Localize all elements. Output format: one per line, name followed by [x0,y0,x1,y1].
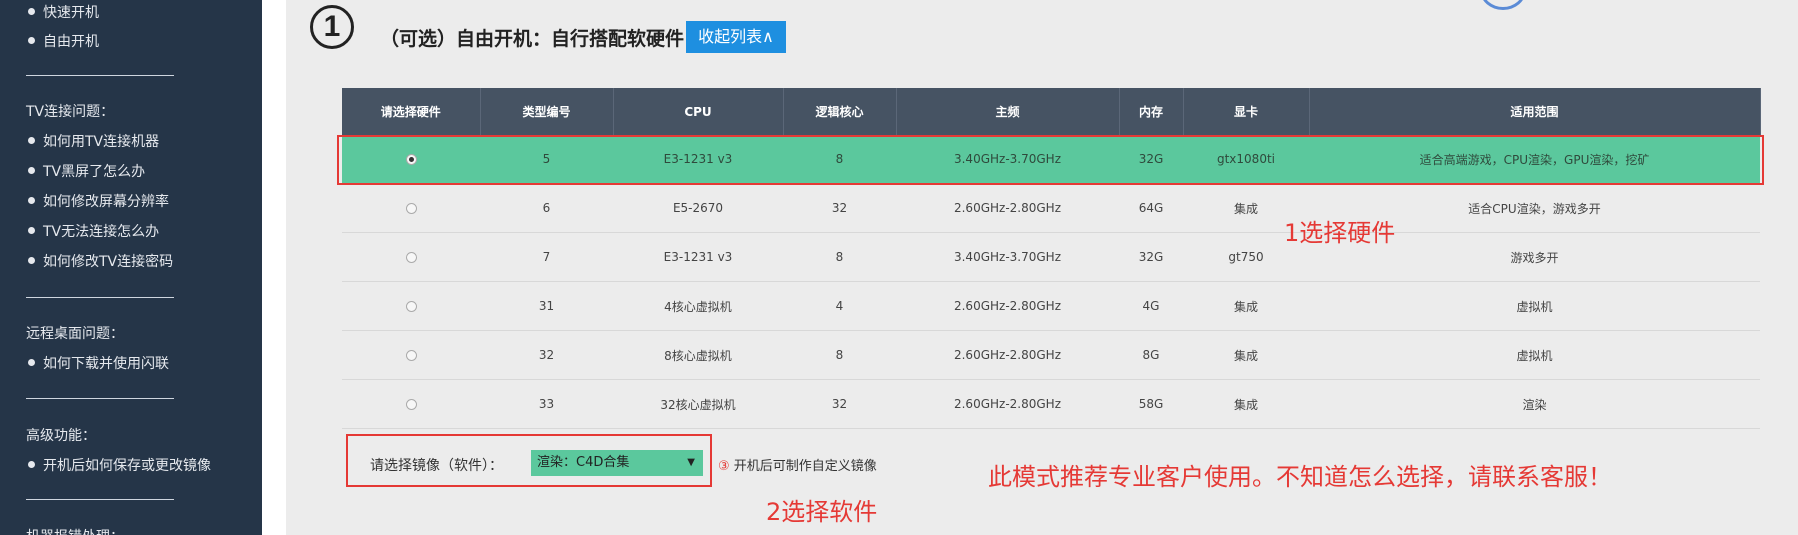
table-cell: 3.40GHz-3.70GHz [896,232,1119,282]
dropdown-arrow-icon: ▼ [687,457,695,468]
collapse-list-button[interactable]: 收起列表∧ [686,21,786,53]
table-cell: 虚拟机 [1309,281,1760,331]
bullet-icon [28,137,35,144]
main-panel: 1 （可选）自由开机：自行搭配软硬件 收起列表∧ 请选择硬件 类型编号 CPU … [286,0,1798,535]
sidebar-item-resolution[interactable]: 如何修改屏幕分辨率 [28,191,169,211]
note-number: ③ [718,459,730,474]
column-header: 请选择硬件 [342,88,481,135]
sidebar-item-save-image[interactable]: 开机后如何保存或更改镜像 [28,455,211,475]
bullet-icon [28,227,35,234]
mirror-label: 请选择镜像（软件）： [370,458,503,474]
radio-button[interactable] [405,301,417,312]
bullet-icon [28,167,35,174]
table-cell: 32 [480,330,613,380]
divider [26,75,174,76]
table-cell: 4核心虚拟机 [613,281,783,331]
table-row[interactable]: 33 32核心虚拟机 32 2.60GHz-2.80GHz 58G 集成 渲染 [342,379,1760,429]
table-cell: 集成 [1183,379,1309,429]
table-cell: E5-2670 [613,183,783,233]
table-cell: 2.60GHz-2.80GHz [896,281,1119,331]
table-cell: 2.60GHz-2.80GHz [896,379,1119,429]
table-cell: 32 [783,183,896,233]
column-header: 适用范围 [1309,88,1761,135]
sidebar-heading-tv: TV连接问题： [26,104,115,120]
step-number: 1 [310,5,354,49]
table-cell: 32 [783,379,896,429]
table-cell: 8 [783,330,896,380]
table-cell: 32G [1119,232,1183,282]
mirror-note: ③ 开机后可制作自定义镜像 [718,459,877,474]
bullet-icon [28,8,35,15]
sidebar: 快速开机 自由开机 TV连接问题： 如何用TV连接机器 TV黑屏了怎么办 如何修… [0,0,262,535]
bullet-icon [28,197,35,204]
table-cell: E3-1231 v3 [613,232,783,282]
highlight-box [337,135,1764,185]
bullet-icon [28,37,35,44]
mirror-select[interactable]: 渲染：C4D合集 ▼ [531,450,703,476]
table-row[interactable]: 6 E5-2670 32 2.60GHz-2.80GHz 64G 集成 适合CP… [342,183,1760,233]
table-cell: 8G [1119,330,1183,380]
mirror-select-value: 渲染：C4D合集 [537,455,630,470]
sidebar-item-tv-black[interactable]: TV黑屏了怎么办 [28,161,145,181]
table-cell: 2.60GHz-2.80GHz [896,183,1119,233]
table-cell: 4 [783,281,896,331]
sidebar-heading-remote: 远程桌面问题： [26,326,124,342]
sidebar-heading-advanced: 高级功能： [26,428,96,444]
table-cell: 31 [480,281,613,331]
column-header: 主频 [896,88,1120,135]
table-cell: 8 [783,232,896,282]
sidebar-item-tv-connect[interactable]: 如何用TV连接机器 [28,131,159,151]
bullet-icon [28,461,35,468]
table-cell: 6 [480,183,613,233]
sidebar-item-tv-fail[interactable]: TV无法连接怎么办 [28,221,159,241]
radio-button[interactable] [405,350,417,361]
table-row[interactable]: 7 E3-1231 v3 8 3.40GHz-3.70GHz 32G gt750… [342,232,1760,282]
table-cell: 4G [1119,281,1183,331]
column-header: 类型编号 [480,88,614,135]
sidebar-heading-errors: 机器报错处理： [26,526,124,535]
column-header: 显卡 [1183,88,1310,135]
table-cell: 64G [1119,183,1183,233]
table-cell: 2.60GHz-2.80GHz [896,330,1119,380]
table-cell: 58G [1119,379,1183,429]
radio-button[interactable] [405,203,417,214]
bullet-icon [28,359,35,366]
content-gutter [262,0,286,535]
table-header-row: 请选择硬件 类型编号 CPU 逻辑核心 主频 内存 显卡 适用范围 [342,88,1761,135]
annotation-step2: 2选择软件 [766,498,878,526]
table-cell: 渲染 [1309,379,1760,429]
radio-button[interactable] [405,399,417,410]
column-header: CPU [613,88,784,135]
table-row[interactable]: 31 4核心虚拟机 4 2.60GHz-2.80GHz 4G 集成 虚拟机 [342,281,1760,331]
table-cell: 32核心虚拟机 [613,379,783,429]
column-header: 逻辑核心 [783,88,897,135]
column-header: 内存 [1119,88,1184,135]
page-title: （可选）自由开机：自行搭配软硬件 [380,28,685,50]
annotation-recommend: 此模式推荐专业客户使用。不知道怎么选择，请联系客服！ [988,463,1612,491]
table-cell: 集成 [1183,330,1309,380]
sidebar-item-download-flash[interactable]: 如何下载并使用闪联 [28,353,169,373]
sidebar-item-free-boot[interactable]: 自由开机 [28,31,99,51]
ring-decoration [1480,0,1526,10]
table-cell: 8核心虚拟机 [613,330,783,380]
bullet-icon [28,257,35,264]
sidebar-item-tv-password[interactable]: 如何修改TV连接密码 [28,251,173,271]
table-cell: 33 [480,379,613,429]
table-cell: 7 [480,232,613,282]
table-cell: 虚拟机 [1309,330,1760,380]
sidebar-item-quick-boot[interactable]: 快速开机 [28,2,99,22]
divider [26,398,174,399]
table-row[interactable]: 32 8核心虚拟机 8 2.60GHz-2.80GHz 8G 集成 虚拟机 [342,330,1760,380]
radio-button[interactable] [405,252,417,263]
annotation-step1: 1选择硬件 [1284,219,1396,247]
divider [26,499,174,500]
divider [26,297,174,298]
table-cell: 集成 [1183,281,1309,331]
